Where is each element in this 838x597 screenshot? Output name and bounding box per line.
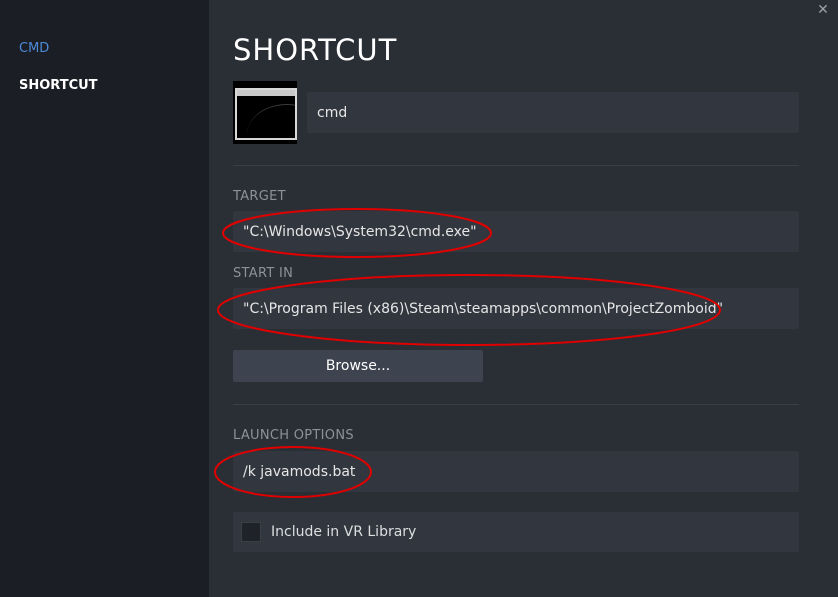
sidebar-item-shortcut[interactable]: SHORTCUT — [19, 78, 98, 93]
shortcut-name-input[interactable]: cmd — [307, 92, 799, 133]
vr-library-row[interactable]: Include in VR Library — [233, 512, 799, 552]
start-in-label: START IN — [233, 266, 294, 281]
sidebar: CMD SHORTCUT — [0, 0, 209, 597]
sidebar-item-cmd[interactable]: CMD — [19, 41, 49, 56]
launch-options-input[interactable]: /k javamods.bat — [233, 451, 799, 492]
close-icon[interactable]: ✕ — [816, 3, 830, 17]
launch-options-label: LAUNCH OPTIONS — [233, 428, 354, 443]
browse-button[interactable]: Browse... — [233, 350, 483, 382]
divider — [233, 165, 799, 166]
page-title: SHORTCUT — [233, 33, 398, 67]
vr-library-checkbox[interactable] — [241, 522, 261, 542]
vr-library-label: Include in VR Library — [271, 524, 417, 540]
start-in-input[interactable]: "C:\Program Files (x86)\Steam\steamapps\… — [233, 288, 799, 329]
cmd-window-icon — [235, 88, 297, 140]
target-label: TARGET — [233, 189, 286, 204]
shortcut-panel: ✕ SHORTCUT cmd TARGET "C:\Windows\System… — [209, 0, 838, 597]
divider — [233, 404, 799, 405]
shortcut-icon-thumbnail[interactable] — [233, 81, 297, 144]
target-input[interactable]: "C:\Windows\System32\cmd.exe" — [233, 211, 799, 252]
